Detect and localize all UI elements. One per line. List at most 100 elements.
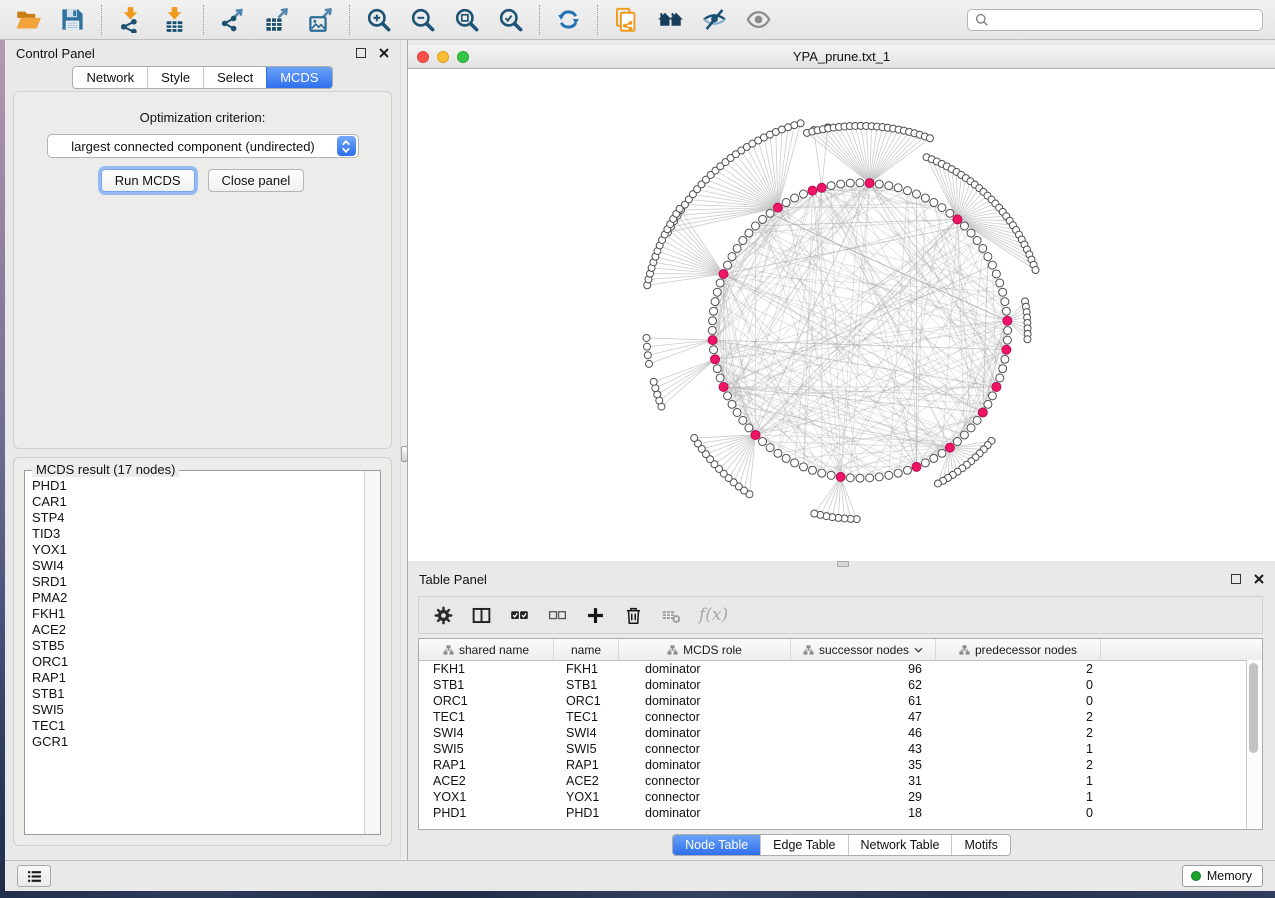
zoom-in-button[interactable] [360, 3, 397, 36]
memory-button[interactable]: Memory [1182, 865, 1263, 887]
tree-icon [667, 645, 678, 655]
mcds-result-item[interactable]: ACE2 [32, 622, 362, 638]
close-panel-button[interactable]: Close panel [208, 169, 305, 192]
export-network-button[interactable] [214, 3, 251, 36]
table-settings-gear-button[interactable] [433, 605, 454, 626]
table-tab-motifs[interactable]: Motifs [951, 835, 1009, 855]
table-row[interactable]: PHD1PHD1dominator180 [419, 805, 1262, 821]
table-row[interactable]: RAP1RAP1dominator352 [419, 757, 1262, 773]
tab-select[interactable]: Select [203, 67, 266, 88]
mcds-result-item[interactable]: SWI5 [32, 702, 362, 718]
add-column-button[interactable] [585, 605, 606, 626]
table-cell: SWI4 [419, 726, 554, 740]
network-window-titlebar[interactable]: YPA_prune.txt_1 [408, 45, 1275, 69]
column-header-shared-name[interactable]: shared name [419, 639, 554, 660]
export-table-button[interactable] [258, 3, 295, 36]
float-panel-icon[interactable] [356, 48, 366, 58]
minimize-window-icon[interactable] [437, 51, 449, 63]
mcds-result-box: MCDS result (17 nodes) PHD1CAR1STP4TID3Y… [24, 470, 381, 835]
mcds-result-item[interactable]: STP4 [32, 510, 362, 526]
mcds-result-item[interactable]: FKH1 [32, 606, 362, 622]
tab-network[interactable]: Network [73, 67, 147, 88]
preview-eye-button[interactable] [740, 3, 777, 36]
mcds-result-item[interactable]: SWI4 [32, 558, 362, 574]
column-header-predecessor-nodes[interactable]: predecessor nodes [936, 639, 1101, 660]
zoom-fit-button[interactable] [448, 3, 485, 36]
zoom-out-button[interactable] [404, 3, 441, 36]
mcds-result-item[interactable]: TID3 [32, 526, 362, 542]
vertical-splitter[interactable] [400, 40, 408, 860]
mcds-result-item[interactable]: PMA2 [32, 590, 362, 606]
import-table-button[interactable] [156, 3, 193, 36]
table-row[interactable]: ORC1ORC1dominator610 [419, 693, 1262, 709]
select-all-rows-button[interactable] [509, 605, 530, 626]
float-table-panel-icon[interactable] [1231, 574, 1241, 584]
network-graph[interactable] [408, 69, 1275, 561]
delete-table-button [661, 605, 682, 626]
table-row[interactable]: ACE2ACE2connector311 [419, 773, 1262, 789]
zoom-selected-button[interactable] [492, 3, 529, 36]
right-column: YPA_prune.txt_1 Table Panel [408, 40, 1275, 860]
table-scrollbar[interactable] [1246, 660, 1262, 829]
toolbar-group [10, 3, 91, 36]
tab-style[interactable]: Style [147, 67, 203, 88]
column-header-name[interactable]: name [554, 639, 619, 660]
toggle-columns-button[interactable] [471, 605, 492, 626]
table-tab-network-table[interactable]: Network Table [848, 835, 952, 855]
delete-column-button[interactable] [623, 605, 644, 626]
toggle-columns-icon [471, 605, 492, 626]
mcds-result-item[interactable]: SRD1 [32, 574, 362, 590]
table-panel-header: Table Panel [408, 566, 1275, 592]
table-tab-node-table[interactable]: Node Table [673, 835, 760, 855]
table-cell: 0 [936, 694, 1101, 708]
table-row[interactable]: SWI5SWI5connector431 [419, 741, 1262, 757]
open-file-button[interactable] [10, 3, 47, 36]
export-image-button[interactable] [302, 3, 339, 36]
maximize-window-icon[interactable] [457, 51, 469, 63]
close-table-panel-icon[interactable] [1254, 574, 1264, 584]
save-session-button[interactable] [54, 3, 91, 36]
mcds-list-scrollbar[interactable] [364, 471, 380, 834]
table-scrollbar-thumb[interactable] [1249, 663, 1258, 753]
mcds-result-item[interactable]: YOX1 [32, 542, 362, 558]
close-panel-icon[interactable] [379, 48, 389, 58]
table-row[interactable]: STB1STB1dominator620 [419, 677, 1262, 693]
column-header-label: successor nodes [819, 643, 909, 657]
deselect-all-rows-button[interactable] [547, 605, 568, 626]
table-row[interactable]: YOX1YOX1connector291 [419, 789, 1262, 805]
mcds-result-item[interactable]: PHD1 [32, 478, 362, 494]
memory-status-dot [1191, 871, 1201, 881]
table-row[interactable]: FKH1FKH1dominator962 [419, 661, 1262, 677]
zoom-out-icon [409, 6, 436, 33]
share-document-button[interactable] [608, 3, 645, 36]
table-cell: 43 [791, 742, 936, 756]
import-network-button[interactable] [112, 3, 149, 36]
mcds-result-item[interactable]: RAP1 [32, 670, 362, 686]
refresh-layout-button[interactable] [550, 3, 587, 36]
vertical-splitter-handle[interactable] [401, 446, 408, 462]
network-canvas[interactable] [408, 69, 1275, 561]
optimization-criterion-select[interactable]: largest connected component (undirected) [47, 134, 359, 158]
table-tab-edge-table[interactable]: Edge Table [760, 835, 847, 855]
table-header-row: shared namenameMCDS role successor nodes p… [419, 639, 1262, 661]
table-row[interactable]: SWI4SWI4dominator462 [419, 725, 1262, 741]
tab-mcds[interactable]: MCDS [266, 67, 331, 88]
hide-visuals-button[interactable] [696, 3, 733, 36]
run-mcds-button[interactable]: Run MCDS [101, 169, 195, 192]
close-window-icon[interactable] [417, 51, 429, 63]
mcds-result-item[interactable]: ORC1 [32, 654, 362, 670]
mcds-result-item[interactable]: CAR1 [32, 494, 362, 510]
mcds-result-item[interactable]: TEC1 [32, 718, 362, 734]
column-header-successor-nodes[interactable]: successor nodes [791, 639, 936, 660]
mcds-result-item[interactable]: STB1 [32, 686, 362, 702]
search-input[interactable] [967, 9, 1263, 31]
table-cell: 35 [791, 758, 936, 772]
table-row[interactable]: TEC1TEC1connector472 [419, 709, 1262, 725]
horizontal-splitter[interactable] [408, 561, 1275, 566]
column-header-MCDS-role[interactable]: MCDS role [619, 639, 791, 660]
mcds-result-item[interactable]: GCR1 [32, 734, 362, 750]
first-neighbors-button[interactable] [652, 3, 689, 36]
task-history-button[interactable] [17, 865, 51, 887]
mcds-result-item[interactable]: STB5 [32, 638, 362, 654]
horizontal-splitter-handle[interactable] [837, 561, 849, 567]
